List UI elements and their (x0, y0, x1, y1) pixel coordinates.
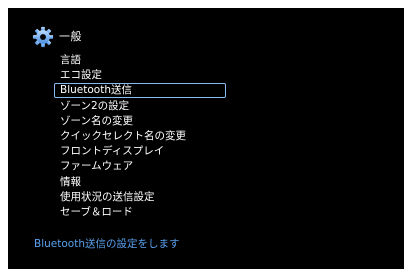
menu-item-firmware[interactable]: ファームウェア (55, 159, 186, 174)
menu-header: 一般 (32, 25, 82, 49)
menu-item-zone-rename[interactable]: ゾーン名の変更 (55, 114, 186, 129)
menu-item-usage-data[interactable]: 使用状況の送信設定 (55, 190, 186, 205)
menu-item-information[interactable]: 情報 (55, 175, 186, 190)
menu-item-label: ゾーン2の設定 (60, 99, 130, 112)
menu-item-bluetooth-transmitter[interactable]: Bluetooth送信 (54, 83, 226, 99)
settings-menu-list: 言語 エコ設定 Bluetooth送信 ゾーン2の設定 ゾーン名の変更 クイック… (54, 53, 226, 220)
menu-item-label: Bluetooth送信 (60, 84, 132, 97)
menu-item-save-load[interactable]: セーブ＆ロード (55, 205, 186, 220)
menu-item-label: 言語 (60, 54, 81, 66)
menu-item-label: セーブ＆ロード (60, 205, 133, 218)
help-text: Bluetooth送信の設定をします (34, 238, 180, 250)
menu-item-quick-select-rename[interactable]: クイックセレクト名の変更 (55, 129, 186, 144)
menu-item-label: クイックセレクト名の変更 (60, 129, 186, 142)
menu-item-eco-settings[interactable]: エコ設定 (55, 68, 186, 83)
menu-item-label: ゾーン名の変更 (60, 114, 133, 127)
menu-item-language[interactable]: 言語 (55, 53, 186, 68)
menu-item-label: フロントディスプレイ (60, 145, 165, 158)
menu-item-zone2-setup[interactable]: ゾーン2の設定 (55, 99, 186, 114)
gear-icon (32, 26, 54, 48)
menu-item-label: 使用状況の送信設定 (60, 190, 155, 203)
menu-title: 一般 (59, 30, 82, 43)
menu-item-label: ファームウェア (60, 160, 134, 173)
menu-item-label: エコ設定 (60, 69, 102, 82)
setup-menu-screen: 一般 言語 エコ設定 Bluetooth送信 ゾーン2の設定 ゾーン名の変更 ク… (8, 8, 404, 269)
menu-item-label: 情報 (60, 175, 81, 188)
menu-item-front-display[interactable]: フロントディスプレイ (55, 144, 186, 159)
